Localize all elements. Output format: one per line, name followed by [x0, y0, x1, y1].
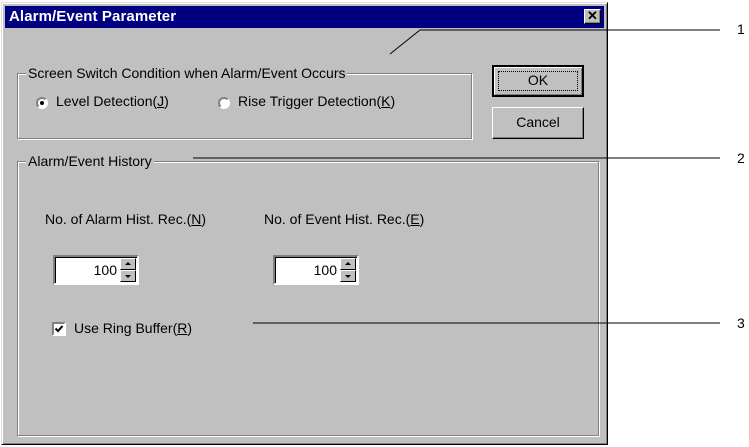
dialog-title: Alarm/Event Parameter	[9, 8, 177, 25]
close-button[interactable]: ✕	[584, 9, 601, 24]
ring-buffer-label: Use Ring Buffer(R)	[74, 320, 193, 336]
rise-trigger-detection-radio[interactable]	[218, 97, 230, 109]
screen-switch-legend: Screen Switch Condition when Alarm/Event…	[26, 65, 348, 81]
callout-number-3: 3	[737, 315, 745, 331]
event-history-value[interactable]: 100	[314, 262, 337, 278]
ok-button-label: OK	[527, 72, 549, 88]
alarm-history-label: No. of Alarm Hist. Rec.(N)	[45, 211, 207, 227]
level-detection-label: Level Detection(J)	[56, 93, 169, 109]
event-history-label: No. of Event Hist. Rec.(E)	[264, 211, 425, 227]
screen-switch-group: Screen Switch Condition when Alarm/Event…	[17, 65, 472, 139]
alarm-decrement-button[interactable]	[120, 270, 136, 282]
arrow-up-icon	[345, 262, 351, 265]
event-increment-button[interactable]	[340, 258, 356, 270]
event-decrement-button[interactable]	[340, 270, 356, 282]
arrow-down-icon	[125, 275, 131, 278]
callout-number-2: 2	[737, 150, 745, 166]
cancel-button-label: Cancel	[516, 114, 560, 130]
alarm-event-parameter-dialog: Alarm/Event Parameter ✕ Screen Switch Co…	[1, 2, 608, 445]
close-icon: ✕	[587, 8, 598, 23]
alarm-history-stepper[interactable]: 100	[53, 255, 139, 285]
cancel-button[interactable]: Cancel	[492, 107, 584, 139]
history-group: Alarm/Event History No. of Alarm Hist. R…	[17, 153, 599, 436]
alarm-history-value[interactable]: 100	[94, 262, 117, 278]
ring-buffer-checkbox[interactable]	[52, 322, 66, 336]
event-history-stepper[interactable]: 100	[273, 255, 359, 285]
level-detection-radio[interactable]	[36, 97, 48, 109]
callout-number-1: 1	[737, 21, 745, 37]
alarm-increment-button[interactable]	[120, 258, 136, 270]
history-legend: Alarm/Event History	[26, 153, 154, 169]
title-bar: Alarm/Event Parameter ✕	[5, 6, 604, 28]
rise-trigger-detection-label: Rise Trigger Detection(K)	[238, 93, 396, 109]
ok-button[interactable]: OK	[492, 65, 584, 97]
check-icon	[54, 325, 64, 333]
arrow-up-icon	[125, 262, 131, 265]
arrow-down-icon	[345, 275, 351, 278]
